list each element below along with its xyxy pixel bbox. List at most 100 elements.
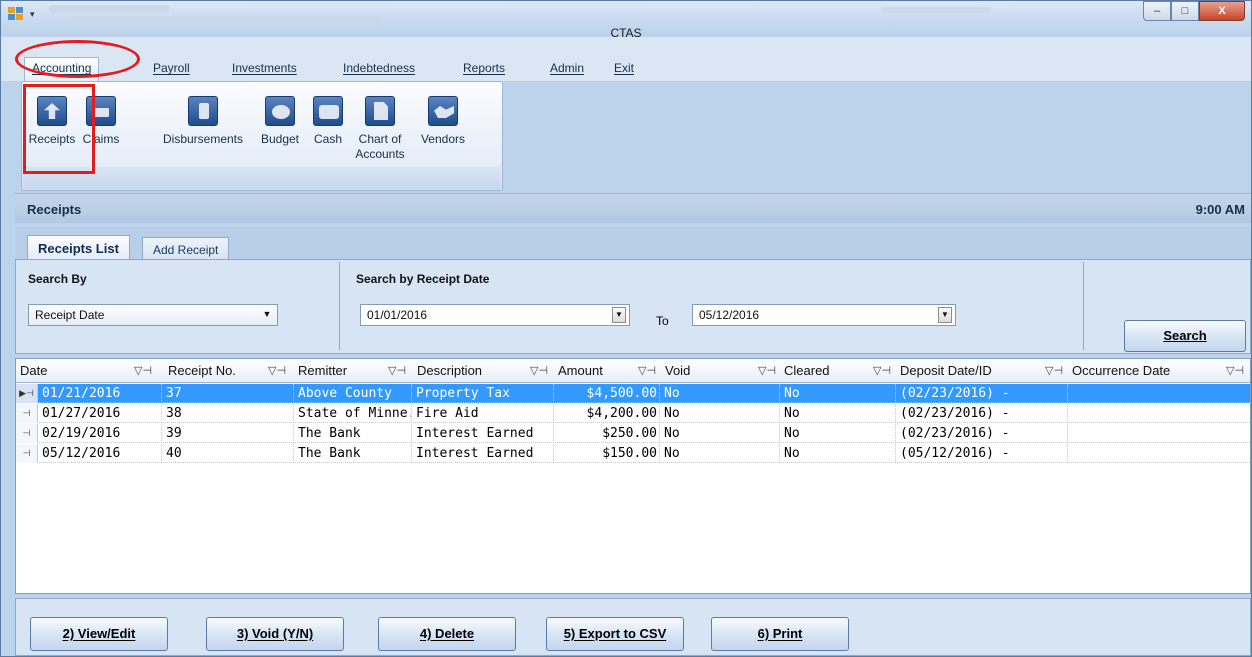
- cell-void: No: [660, 424, 780, 443]
- chart-of-accounts-icon: [365, 96, 395, 126]
- maximize-icon: □: [1181, 5, 1189, 17]
- column-header-amount[interactable]: Amount: [554, 359, 644, 383]
- row-pin-icon[interactable]: ⊣: [16, 404, 38, 423]
- ribbon-label: Cash: [313, 132, 342, 146]
- filter-pin-icon[interactable]: ▽⊣: [268, 359, 286, 383]
- column-header-deposit-date[interactable]: Deposit Date/ID: [896, 359, 1036, 383]
- cell-receipt-no: 39: [162, 424, 294, 443]
- search-by-group: Search By Receipt Date ▼: [18, 262, 340, 350]
- receipts-grid: Date ▽⊣ Receipt No. ▽⊣ Remitter ▽⊣ Descr…: [15, 358, 1251, 594]
- table-row[interactable]: ⊣ 01/27/2016 38 State of Minne... Fire A…: [16, 404, 1250, 423]
- ribbon-cash-button[interactable]: Cash: [308, 96, 348, 147]
- menu-reports[interactable]: Reports: [463, 61, 505, 75]
- filter-pin-icon[interactable]: ▽⊣: [530, 359, 548, 383]
- cell-void: No: [660, 384, 780, 403]
- to-date-picker[interactable]: 05/12/2016 ▼: [692, 304, 956, 326]
- cell-cleared: No: [780, 444, 896, 463]
- menu-investments[interactable]: Investments: [232, 61, 297, 75]
- cell-date: 01/27/2016: [38, 404, 162, 423]
- column-header-cleared[interactable]: Cleared: [780, 359, 870, 383]
- cell-receipt-no: 40: [162, 444, 294, 463]
- column-header-occurrence-date[interactable]: Occurrence Date: [1068, 359, 1208, 383]
- cell-amount: $4,500.00: [554, 384, 660, 403]
- maximize-button[interactable]: □: [1171, 1, 1199, 21]
- minimize-button[interactable]: –: [1143, 1, 1171, 21]
- ribbon-label: Disbursements: [162, 132, 244, 146]
- ribbon-budget-button[interactable]: Budget: [256, 96, 304, 147]
- cell-receipt-no: 38: [162, 404, 294, 423]
- section-title: Receipts: [27, 202, 82, 217]
- tab-add-receipt[interactable]: Add Receipt: [142, 237, 230, 259]
- cell-cleared: No: [780, 404, 896, 423]
- chevron-down-icon: ▼: [262, 309, 272, 319]
- menu-exit[interactable]: Exit: [614, 61, 634, 75]
- export-csv-button[interactable]: 5) Export to CSV: [546, 617, 684, 651]
- highlight-oval-annotation: [15, 40, 140, 78]
- ribbon-label-line2: Accounts: [355, 147, 405, 161]
- filter-pin-icon[interactable]: ▽⊣: [1045, 359, 1063, 383]
- menu-payroll[interactable]: Payroll: [153, 61, 190, 75]
- cell-cleared: No: [780, 384, 896, 403]
- search-by-select[interactable]: Receipt Date ▼: [28, 304, 278, 326]
- ribbon-label: Vendors: [420, 132, 466, 146]
- table-row[interactable]: ⊣ 05/12/2016 40 The Bank Interest Earned…: [16, 444, 1250, 463]
- from-date-picker[interactable]: 01/01/2016 ▼: [360, 304, 630, 326]
- grid-header: Date ▽⊣ Receipt No. ▽⊣ Remitter ▽⊣ Descr…: [16, 359, 1250, 383]
- delete-button[interactable]: 4) Delete: [378, 617, 516, 651]
- cell-deposit-date: (02/23/2016) -: [896, 404, 1068, 423]
- cell-amount: $250.00: [554, 424, 660, 443]
- view-edit-button[interactable]: 2) View/Edit: [30, 617, 168, 651]
- search-button[interactable]: Search: [1124, 320, 1246, 352]
- chevron-down-icon[interactable]: ▼: [612, 307, 626, 323]
- table-row[interactable]: ▶⊣ 01/21/2016 37 Above County Property T…: [16, 384, 1250, 403]
- cell-deposit-date: (02/23/2016) -: [896, 384, 1068, 403]
- cell-occurrence-date: [1068, 384, 1250, 403]
- cell-description: Interest Earned: [412, 444, 554, 463]
- search-by-label: Search By: [28, 272, 87, 286]
- cash-icon: [313, 96, 343, 126]
- print-button[interactable]: 6) Print: [711, 617, 849, 651]
- app-window: ▾ CTAS – □ X Accounting Payroll Investme…: [0, 0, 1252, 657]
- filter-pin-icon[interactable]: ▽⊣: [134, 359, 152, 383]
- ribbon-vendors-button[interactable]: Vendors: [414, 96, 472, 147]
- cell-occurrence-date: [1068, 424, 1250, 443]
- ribbon-chart-of-accounts-button[interactable]: Chart of Accounts: [352, 96, 408, 162]
- table-row[interactable]: ⊣ 02/19/2016 39 The Bank Interest Earned…: [16, 424, 1250, 443]
- menu-indebtedness[interactable]: Indebtedness: [343, 61, 415, 75]
- section-header: Receipts 9:00 AM: [15, 193, 1251, 223]
- chevron-down-icon[interactable]: ▼: [938, 307, 952, 323]
- search-date-label: Search by Receipt Date: [356, 272, 490, 286]
- blurred-subtitle-text: [71, 16, 381, 22]
- cell-amount: $4,200.00: [554, 404, 660, 423]
- row-pin-icon[interactable]: ⊣: [16, 444, 38, 463]
- blurred-title-text: [49, 5, 169, 13]
- row-pin-icon[interactable]: ⊣: [16, 424, 38, 443]
- menu-admin[interactable]: Admin: [550, 61, 584, 75]
- cell-occurrence-date: [1068, 404, 1250, 423]
- window-controls: – □ X: [1143, 1, 1245, 21]
- cell-remitter: Above County: [294, 384, 412, 403]
- tab-strip: Receipts List Add Receipt: [15, 227, 1251, 259]
- row-selector-icon[interactable]: ▶⊣: [16, 384, 38, 403]
- tab-receipts-list[interactable]: Receipts List: [27, 235, 130, 259]
- search-by-date-group: Search by Receipt Date 01/01/2016 ▼ To 0…: [344, 262, 1084, 350]
- filter-pin-icon[interactable]: ▽⊣: [758, 359, 776, 383]
- title-bar: ▾ CTAS – □ X: [1, 1, 1251, 40]
- cell-void: No: [660, 444, 780, 463]
- void-button[interactable]: 3) Void (Y/N): [206, 617, 344, 651]
- search-panel: Search By Receipt Date ▼ Search by Recei…: [15, 259, 1251, 354]
- quick-access-dropdown-icon[interactable]: ▾: [30, 9, 35, 20]
- filter-pin-icon[interactable]: ▽⊣: [873, 359, 891, 383]
- cell-void: No: [660, 404, 780, 423]
- close-button[interactable]: X: [1199, 1, 1245, 21]
- menu-bar: Accounting Payroll Investments Indebtedn…: [1, 37, 1251, 81]
- ribbon-disbursements-button[interactable]: Disbursements: [156, 96, 250, 147]
- filter-pin-icon[interactable]: ▽⊣: [638, 359, 656, 383]
- cell-description: Property Tax: [412, 384, 554, 403]
- column-header-description[interactable]: Description: [413, 359, 533, 383]
- filter-pin-icon[interactable]: ▽⊣: [388, 359, 406, 383]
- cell-cleared: No: [780, 424, 896, 443]
- search-by-value: Receipt Date: [35, 308, 105, 322]
- filter-pin-icon[interactable]: ▽⊣: [1226, 359, 1244, 383]
- column-header-void[interactable]: Void: [661, 359, 751, 383]
